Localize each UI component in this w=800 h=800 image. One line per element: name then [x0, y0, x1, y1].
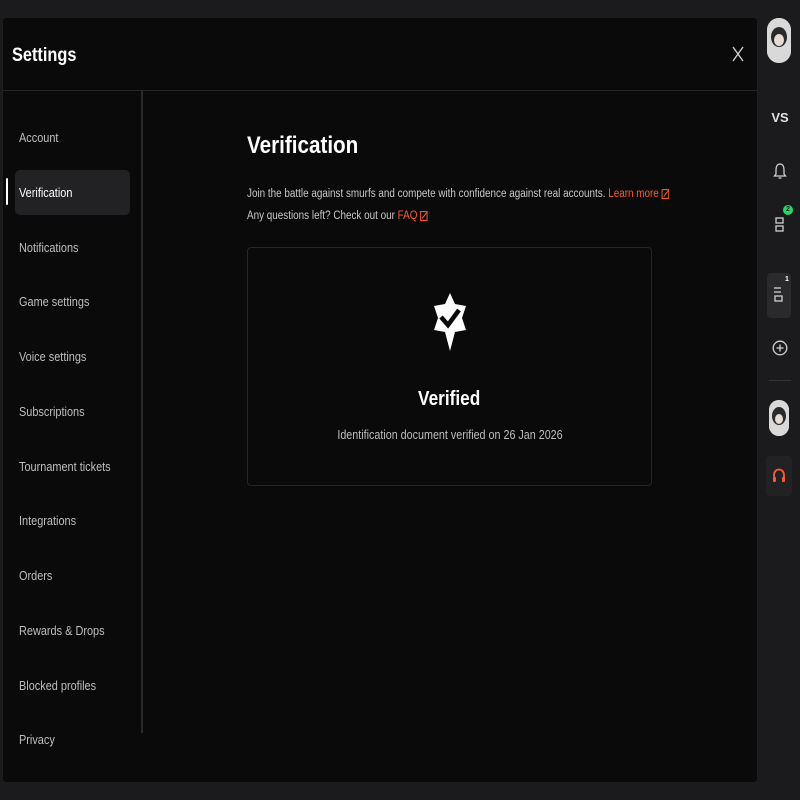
sidebar-item-label: Privacy — [19, 732, 55, 747]
active-indicator — [6, 178, 8, 205]
rail-divider — [769, 380, 791, 381]
close-icon — [732, 46, 744, 62]
sidebar-item-label: Tournament tickets — [19, 459, 111, 474]
description-text: Join the battle against smurfs and compe… — [247, 188, 606, 200]
learn-more-label: Learn more — [608, 188, 659, 200]
add-button[interactable] — [766, 334, 794, 362]
support-button[interactable] — [766, 456, 792, 496]
friend-avatar-image-icon — [769, 400, 789, 436]
sidebar-item-label: Notifications — [19, 240, 79, 255]
sidebar-item-label: Voice settings — [19, 349, 87, 364]
faq-label: FAQ — [397, 210, 418, 222]
sidebar-item-privacy[interactable]: Privacy — [15, 717, 130, 762]
verified-date-label: Identification document verified on 26 J… — [336, 428, 563, 442]
sidebar-item-label: Subscriptions — [19, 404, 85, 419]
bell-icon — [773, 163, 787, 179]
sidebar-item-subscriptions[interactable]: Subscriptions — [15, 389, 130, 434]
party-count-badge: 2 — [783, 205, 793, 215]
headset-icon — [773, 468, 785, 482]
sidebar-item-label: Game settings — [19, 294, 90, 309]
verified-heading: Verified — [248, 388, 651, 411]
sidebar-item-orders[interactable]: Orders — [15, 553, 130, 598]
plus-circle-icon — [772, 340, 788, 356]
verified-badge-icon — [434, 293, 466, 351]
vs-label: VS — [771, 109, 789, 125]
faq-prompt-text: Any questions left? Check out our — [247, 210, 395, 222]
party-icon — [775, 217, 784, 232]
settings-modal: Settings Account Verification Notificati… — [2, 17, 758, 783]
sidebar-item-account[interactable]: Account — [15, 115, 130, 160]
sidebar-item-voice-settings[interactable]: Voice settings — [15, 334, 130, 379]
sidebar-item-verification[interactable]: Verification — [15, 170, 130, 215]
sidebar-item-label: Blocked profiles — [19, 678, 97, 693]
external-link-icon — [420, 211, 428, 221]
verified-date-text: Identification document verified on 26 J… — [248, 428, 651, 442]
versus-button[interactable]: VS — [766, 103, 794, 131]
queue-icon — [774, 287, 783, 302]
queue-button[interactable]: 1 — [767, 273, 791, 318]
notifications-button[interactable] — [766, 157, 794, 185]
verified-heading-text: Verified — [418, 388, 481, 410]
faq-link[interactable]: FAQ — [398, 210, 428, 222]
sidebar-item-notifications[interactable]: Notifications — [15, 225, 130, 270]
settings-sidebar: Account Verification Notifications Game … — [3, 91, 143, 747]
party-button[interactable]: 2 — [766, 205, 794, 239]
sidebar-item-label: Account — [19, 130, 59, 145]
verification-status-card: Verified Identification document verifie… — [247, 247, 652, 486]
close-button[interactable] — [731, 45, 745, 63]
sidebar-item-label: Orders — [19, 568, 53, 583]
sidebar-item-rewards-drops[interactable]: Rewards & Drops — [15, 608, 130, 653]
learn-more-link[interactable]: Learn more — [608, 188, 670, 200]
sidebar-item-label: Verification — [19, 185, 73, 200]
sidebar-item-label: Rewards & Drops — [19, 623, 105, 638]
sidebar-item-integrations[interactable]: Integrations — [15, 498, 130, 543]
sidebar-item-game-settings[interactable]: Game settings — [15, 279, 130, 324]
sidebar-item-blocked-profiles[interactable]: Blocked profiles — [15, 663, 130, 708]
description-line-2: Any questions left? Check out our FAQ — [247, 210, 428, 222]
modal-header: Settings — [3, 18, 757, 91]
sidebar-item-tournament-tickets[interactable]: Tournament tickets — [15, 444, 130, 489]
external-link-icon — [661, 189, 670, 199]
sidebar-item-label: Integrations — [19, 513, 77, 528]
description-line-1: Join the battle against smurfs and compe… — [247, 188, 670, 200]
modal-title: Settings — [12, 45, 77, 66]
queue-count-badge: 1 — [785, 276, 789, 283]
page-title: Verification — [247, 132, 359, 159]
friend-avatar[interactable] — [769, 400, 789, 436]
